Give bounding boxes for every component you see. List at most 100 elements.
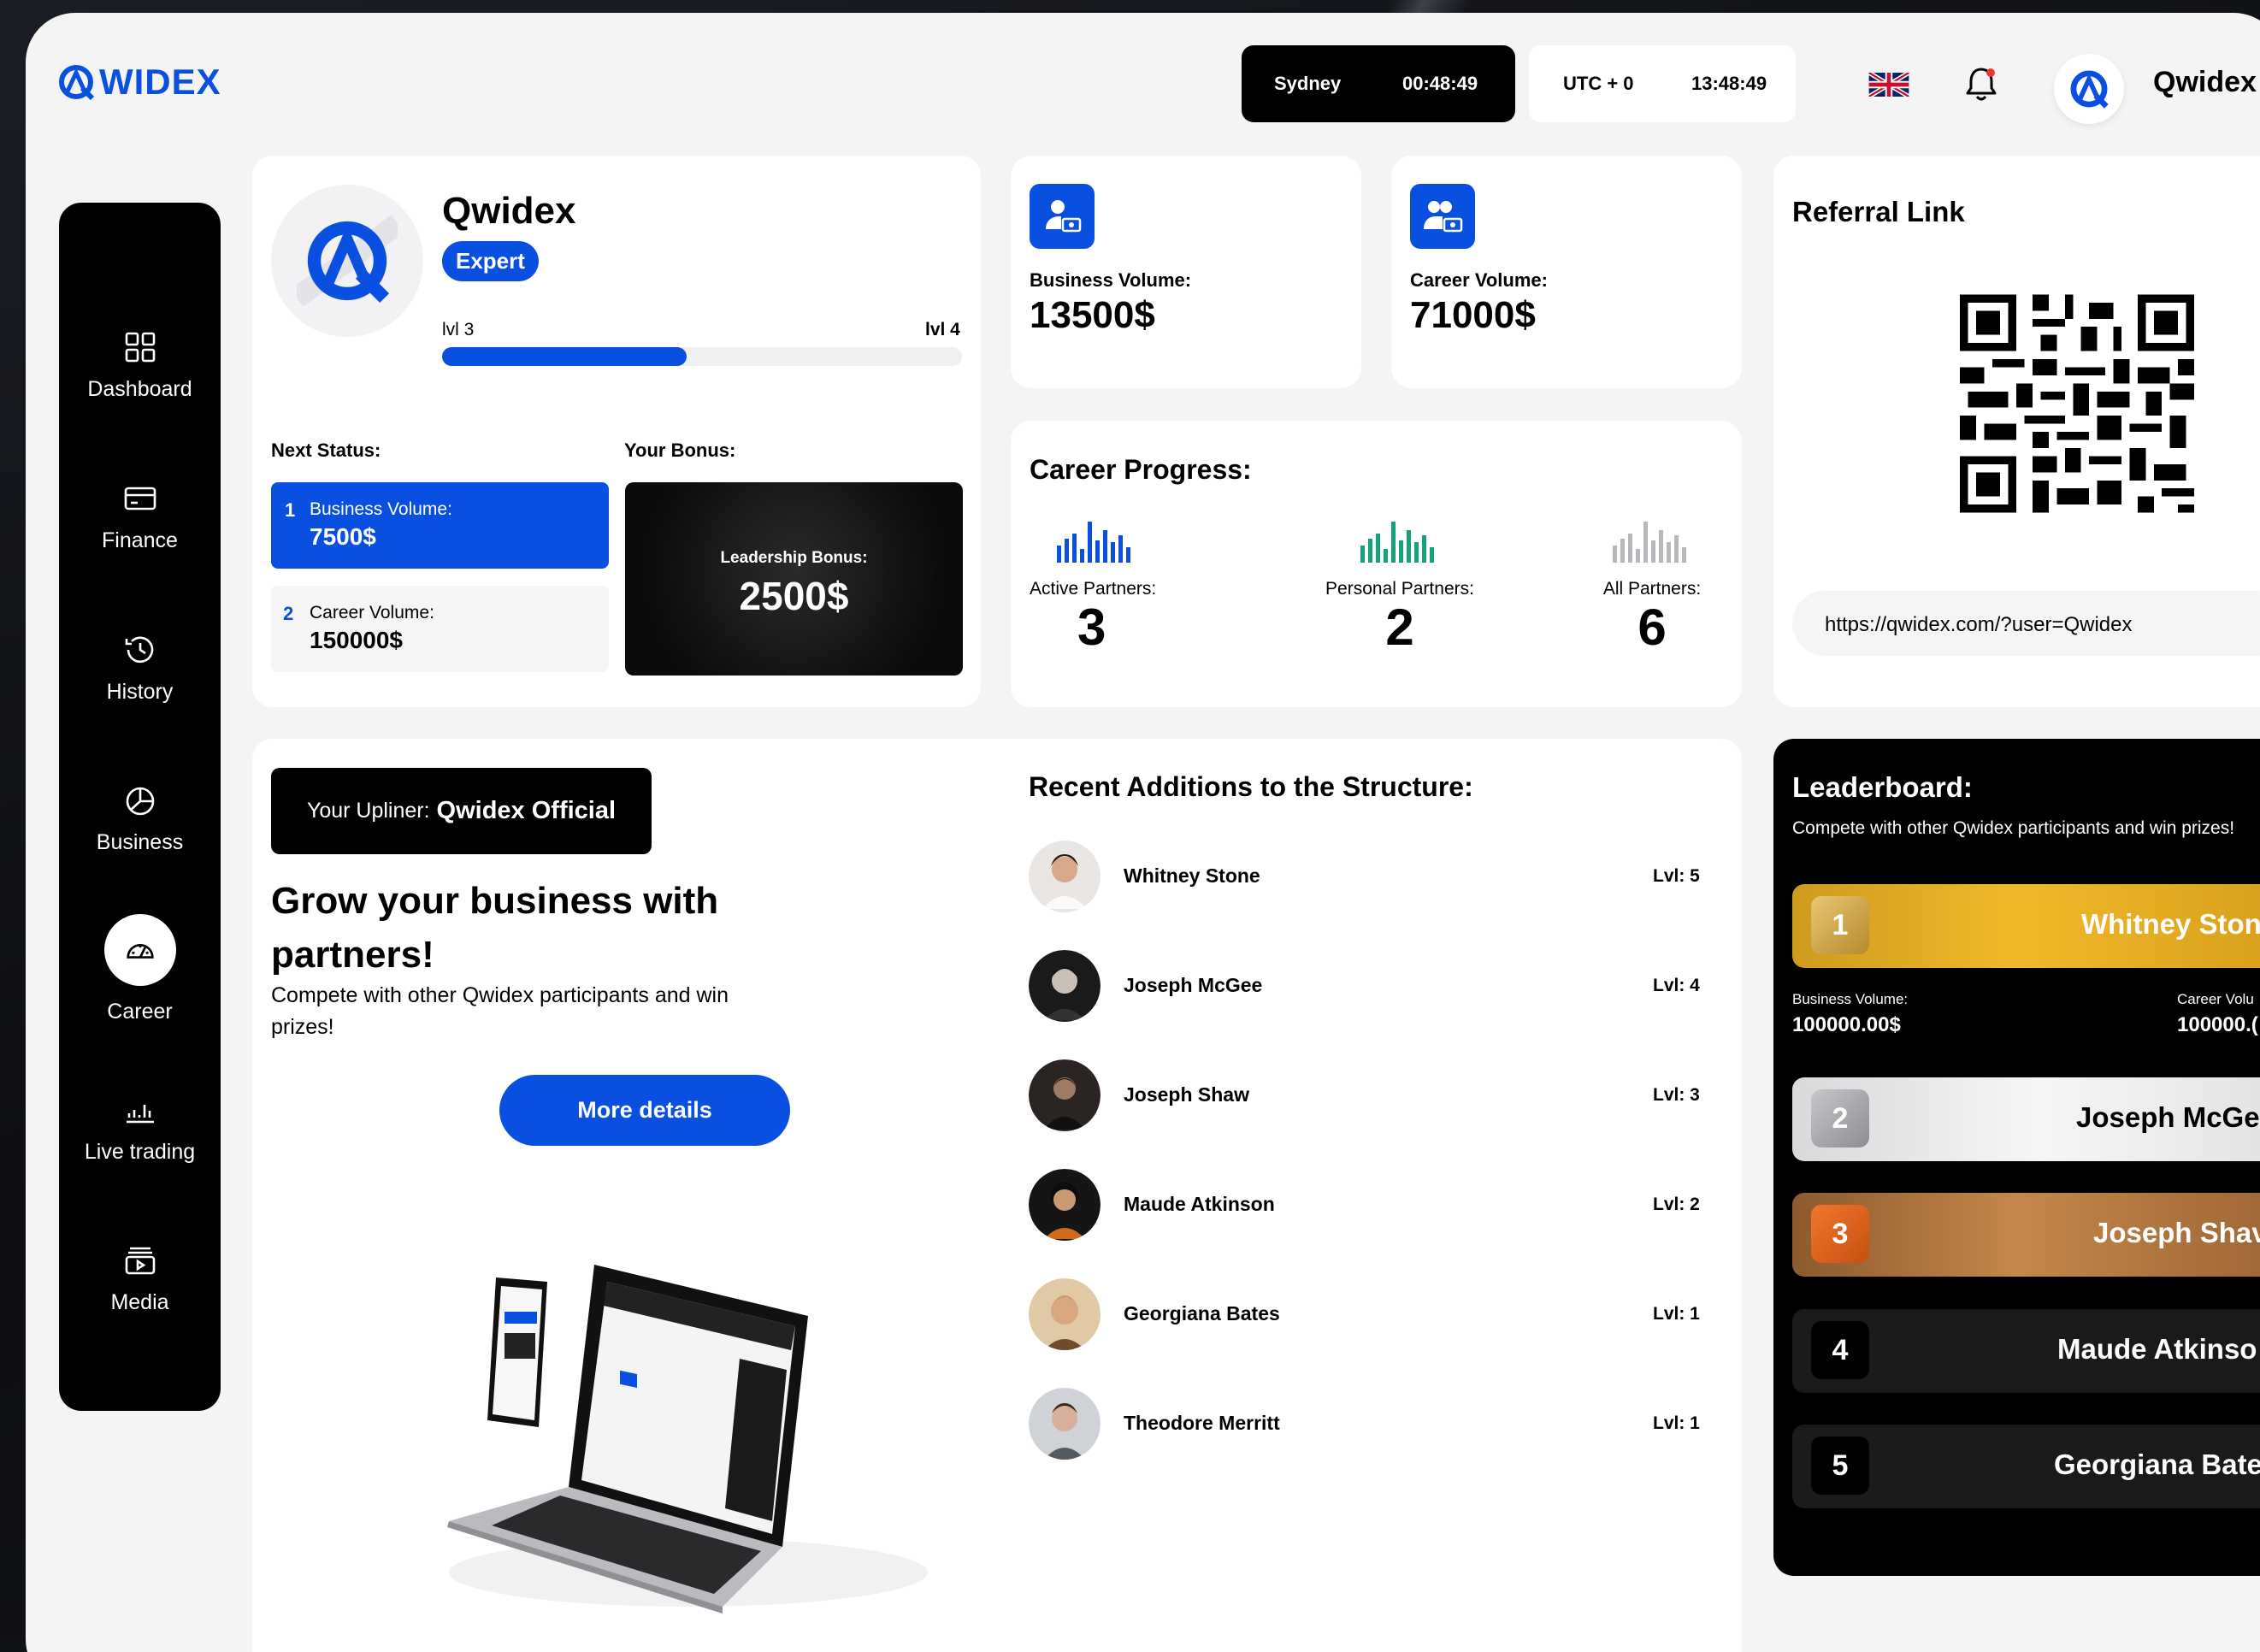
business-volume-value: 13500$: [1030, 294, 1155, 336]
rank-name: Maude Atkinso: [2057, 1333, 2257, 1365]
header-user-name[interactable]: Qwidex: [2153, 66, 2257, 99]
app-window: WIDEX Sydney 00:48:49 UTC + 0 13:48:49 Q…: [26, 13, 2260, 1652]
upliner-name[interactable]: Qwidex Official: [437, 797, 617, 825]
person-level: Lvl: 5: [1653, 866, 1700, 886]
leadership-bonus-card: Leadership Bonus: 2500$: [625, 482, 963, 676]
sidebar-item-business[interactable]: Business: [59, 782, 221, 855]
referral-title: Referral Link: [1792, 196, 1965, 227]
list-item[interactable]: Maude Atkinson Lvl: 2: [1029, 1169, 1713, 1246]
stat-label: Active Partners:: [1030, 579, 1157, 599]
bonus-value: 2500$: [739, 574, 849, 618]
list-item[interactable]: Joseph Shaw Lvl: 3: [1029, 1059, 1713, 1136]
qr-code[interactable]: [1960, 292, 2194, 515]
city-name: Sydney: [1274, 73, 1342, 94]
level-from: lvl 3: [442, 320, 475, 339]
leaderboard-subtitle: Compete with other Qwidex participants a…: [1792, 818, 2235, 838]
pie-icon: [126, 787, 154, 816]
list-item[interactable]: Joseph McGee Lvl: 4: [1029, 950, 1713, 1027]
avatar: [1029, 1169, 1100, 1241]
active-partners-stat: Active Partners: 3: [1030, 515, 1201, 656]
rank-name: Whitney Ston: [2081, 908, 2260, 940]
leaderboard-card: Leaderboard: Compete with other Qwidex p…: [1773, 739, 2260, 1576]
rank-badge: 4: [1811, 1321, 1869, 1379]
requirement-career: 2 Career Volume: 150000$: [271, 586, 609, 672]
more-details-button[interactable]: More details: [499, 1075, 790, 1146]
career-volume-icon-box: [1410, 184, 1475, 249]
requirement-label: Business Volume:: [310, 499, 452, 519]
list-item[interactable]: Theodore Merritt Lvl: 1: [1029, 1388, 1713, 1465]
sidebar-item-history[interactable]: History: [59, 632, 221, 705]
header-avatar[interactable]: [2054, 54, 2124, 124]
notification-bell-icon[interactable]: [1960, 62, 2003, 105]
qwidex-logo-icon: [2070, 70, 2109, 109]
list-item[interactable]: Georgiana Bates Lvl: 1: [1029, 1278, 1713, 1355]
career-volume-card: Career Volume: 71000$: [1391, 156, 1742, 388]
avatar: [1029, 841, 1100, 912]
leaderboard-row[interactable]: 1 Whitney Ston: [1792, 884, 2260, 968]
business-volume-label: Business Volume:: [1030, 269, 1192, 291]
person-level: Lvl: 3: [1653, 1085, 1700, 1105]
all-partners-stat: All Partners: 6: [1575, 515, 1729, 656]
sidebar: Dashboard Finance History Business Caree…: [59, 203, 221, 1411]
leaderboard-row[interactable]: 3 Joseph Shav: [1792, 1193, 2260, 1277]
rank-name: Joseph McGe: [2076, 1101, 2260, 1133]
promo-text: Compete with other Qwidex participants a…: [271, 980, 729, 1043]
business-volume-card: Business Volume: 13500$: [1011, 156, 1361, 388]
requirement-value: 7500$: [310, 523, 376, 550]
sidebar-item-dashboard[interactable]: Dashboard: [59, 329, 221, 402]
leaderboard-row[interactable]: 4 Maude Atkinso: [1792, 1309, 2260, 1393]
bars-chart-icon: [1057, 522, 1130, 563]
media-icon: [125, 1247, 155, 1275]
level-progress-fill: [442, 347, 687, 366]
person-name: Theodore Merritt: [1124, 1412, 1280, 1434]
person-level: Lvl: 1: [1653, 1304, 1700, 1324]
career-progress-card: Career Progress: Active Partners: 3 Pers…: [1011, 421, 1742, 707]
avatar: [1029, 950, 1100, 1022]
sidebar-item-media[interactable]: Media: [59, 1242, 221, 1315]
logo[interactable]: WIDEX: [56, 62, 221, 102]
sidebar-item-finance[interactable]: Finance: [59, 481, 221, 553]
users-money-icon: [1424, 201, 1463, 233]
leader-business-label: Business Volume:: [1792, 991, 1909, 1007]
leader-business-value: 100000.00$: [1792, 1013, 1901, 1036]
history-icon: [125, 636, 153, 664]
utc-label: UTC + 0: [1563, 73, 1634, 94]
leader-career-value: 100000.(: [2177, 1013, 2258, 1036]
leader-stats: Business Volume: 100000.00$ Career Volu …: [1792, 991, 2260, 1042]
utc-time: 13:48:49: [1691, 73, 1767, 94]
sidebar-item-label: Business: [96, 830, 184, 854]
logo-icon: [59, 65, 95, 101]
leader-career-label: Career Volu: [2177, 991, 2254, 1007]
leaderboard-title: Leaderboard:: [1792, 771, 1973, 803]
level-progress-bar: [442, 347, 962, 366]
business-volume-icon-box: [1030, 184, 1095, 249]
list-item[interactable]: Whitney Stone Lvl: 5: [1029, 841, 1713, 917]
bonus-label: Leadership Bonus:: [720, 549, 868, 567]
leaderboard-row[interactable]: 2 Joseph McGe: [1792, 1077, 2260, 1161]
upliner-box: Your Upliner: Qwidex Official: [271, 768, 652, 854]
status-badge: Expert: [442, 241, 539, 281]
person-name: Joseph McGee: [1124, 974, 1263, 996]
recent-list: Whitney Stone Lvl: 5 Joseph McGee Lvl: 4…: [1029, 841, 1730, 1490]
qwidex-logo-icon: [297, 215, 398, 307]
sidebar-item-live-trading[interactable]: Live trading: [59, 1092, 221, 1165]
referral-card: Referral Link https://qwidex.com/?user=Q…: [1773, 156, 2260, 707]
requirement-num: 2: [283, 603, 294, 624]
leaderboard-row[interactable]: 5 Georgiana Bate: [1792, 1425, 2260, 1508]
rank-badge: 3: [1811, 1205, 1869, 1263]
uk-flag-icon[interactable]: [1868, 73, 1909, 97]
person-name: Georgiana Bates: [1124, 1302, 1280, 1325]
rank-badge: 5: [1811, 1437, 1869, 1495]
laptop-illustration: [447, 1265, 928, 1614]
career-icon-circle: [103, 914, 176, 986]
sidebar-item-label: History: [106, 680, 174, 704]
utc-clock: UTC + 0 13:48:49: [1529, 45, 1796, 122]
career-volume-value: 71000$: [1410, 294, 1536, 336]
requirement-num: 1: [285, 499, 296, 521]
stat-value: 3: [1077, 599, 1106, 656]
logo-text: WIDEX: [99, 62, 221, 102]
promo-headline-line: Grow your business with: [271, 880, 719, 922]
sidebar-item-label: Dashboard: [87, 377, 192, 401]
sidebar-item-career[interactable]: Career: [59, 914, 221, 1024]
referral-url-field[interactable]: https://qwidex.com/?user=Qwidex: [1792, 591, 2260, 656]
